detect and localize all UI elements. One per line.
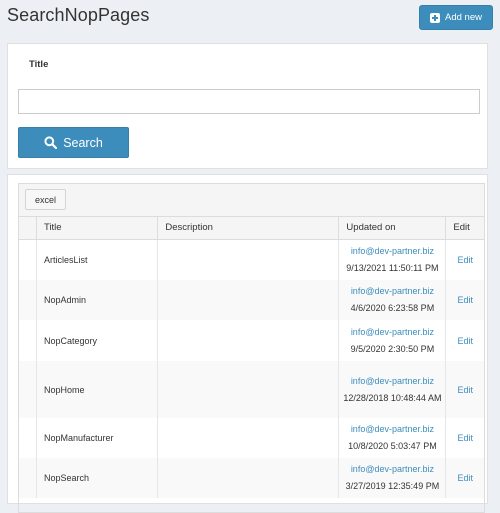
row-title: NopCategory bbox=[36, 320, 159, 361]
row-updated-date: 12/28/2018 10:48:44 AM bbox=[343, 392, 442, 403]
row-description bbox=[157, 361, 340, 418]
row-updated-by: info@dev-partner.biz bbox=[350, 424, 434, 434]
table-row: NopAdmin info@dev-partner.biz 4/6/2020 6:2… bbox=[19, 280, 484, 320]
row-spacer bbox=[19, 239, 37, 280]
column-header-description[interactable]: Description bbox=[157, 217, 340, 240]
row-description bbox=[157, 458, 340, 498]
title-input[interactable] bbox=[18, 89, 480, 114]
column-header-select bbox=[19, 217, 37, 240]
row-edit: Edit bbox=[445, 280, 484, 320]
pages-table: Title Description Updated on Edit Articl… bbox=[19, 217, 484, 498]
row-edit: Edit bbox=[446, 418, 484, 458]
row-description bbox=[157, 418, 340, 458]
row-updated-by: info@dev-partner.biz bbox=[350, 464, 434, 474]
page-title: SearchNopPages bbox=[7, 5, 150, 25]
row-updated-on: info@dev-partner.biz 3/27/2019 12:35:49 P… bbox=[338, 458, 447, 498]
column-header-edit: Edit bbox=[445, 217, 484, 240]
grid-toolbar: excel bbox=[19, 184, 484, 217]
row-updated-on: info@dev-partner.biz 4/6/2020 6:23:58 PM bbox=[338, 280, 447, 320]
pages-grid: excel Title Description Updated on Edit … bbox=[18, 183, 485, 513]
table-row: ArticlesList info@dev-partner.biz 9/13/202… bbox=[19, 239, 484, 280]
table-row: NopSearch info@dev-partner.biz 3/27/2019 1… bbox=[19, 458, 484, 498]
table-row: NopHome info@dev-partner.biz 12/28/2018 10… bbox=[19, 361, 484, 418]
row-title: NopHome bbox=[36, 361, 159, 418]
row-updated-on: info@dev-partner.biz 10/8/2020 5:03:47 PM bbox=[338, 418, 447, 458]
search-button-label: Search bbox=[63, 135, 103, 150]
row-updated-date: 10/8/2020 5:03:47 PM bbox=[348, 441, 437, 451]
search-panel: Title Search bbox=[7, 43, 488, 169]
row-updated-date: 9/5/2020 2:30:50 PM bbox=[350, 343, 435, 354]
row-edit: Edit bbox=[445, 458, 484, 498]
add-new-label: Add new bbox=[445, 12, 482, 23]
row-updated-date: 4/6/2020 6:23:58 PM bbox=[350, 303, 435, 313]
title-label: Title bbox=[29, 59, 49, 70]
row-edit: Edit bbox=[446, 239, 484, 280]
edit-link[interactable]: Edit bbox=[457, 385, 473, 395]
row-updated-on: info@dev-partner.biz 9/5/2020 2:30:50 PM bbox=[338, 320, 447, 361]
edit-link[interactable]: Edit bbox=[457, 295, 473, 305]
row-updated-date: 3/27/2019 12:35:49 PM bbox=[345, 481, 440, 491]
table-row: NopManufacturer info@dev-partner.biz 10/8/… bbox=[19, 418, 484, 458]
edit-link[interactable]: Edit bbox=[457, 473, 473, 483]
edit-link[interactable]: Edit bbox=[457, 336, 473, 346]
edit-link[interactable]: Edit bbox=[457, 255, 473, 265]
row-title: ArticlesList bbox=[36, 239, 159, 280]
row-spacer bbox=[19, 280, 37, 320]
row-description bbox=[157, 320, 340, 361]
edit-link[interactable]: Edit bbox=[457, 433, 473, 443]
table-row: NopCategory info@dev-partner.biz 9/5/2020 … bbox=[19, 320, 484, 361]
row-updated-by: info@dev-partner.biz bbox=[350, 286, 434, 296]
search-button[interactable]: Search bbox=[18, 127, 129, 158]
excel-export-button[interactable]: excel bbox=[25, 189, 67, 210]
row-title: NopManufacturer bbox=[36, 418, 159, 458]
add-new-button[interactable]: Add new bbox=[419, 5, 493, 30]
column-header-updated-on[interactable]: Updated on bbox=[338, 217, 447, 240]
row-spacer bbox=[19, 458, 37, 498]
row-spacer bbox=[19, 320, 37, 361]
row-title: NopAdmin bbox=[36, 280, 159, 320]
search-icon bbox=[44, 136, 58, 149]
row-updated-on: info@dev-partner.biz 9/13/2021 11:50:11 P… bbox=[338, 239, 447, 280]
row-spacer bbox=[19, 361, 37, 418]
row-edit: Edit bbox=[445, 361, 484, 418]
plus-square-icon bbox=[430, 12, 440, 23]
row-spacer bbox=[19, 418, 37, 458]
grid-panel: excel Title Description Updated on Edit … bbox=[7, 174, 488, 513]
row-updated-date: 9/13/2021 11:50:11 PM bbox=[346, 262, 439, 273]
row-description bbox=[157, 280, 340, 320]
column-header-title[interactable]: Title bbox=[36, 217, 159, 240]
row-description bbox=[157, 239, 340, 280]
row-updated-on: info@dev-partner.biz 12/28/2018 10:48:44 … bbox=[338, 361, 447, 418]
row-edit: Edit bbox=[446, 320, 484, 361]
row-title: NopSearch bbox=[36, 458, 159, 498]
table-header-row: Title Description Updated on Edit bbox=[19, 217, 484, 240]
row-updated-by: info@dev-partner.biz bbox=[350, 375, 434, 386]
row-updated-by: info@dev-partner.biz bbox=[350, 326, 434, 337]
row-updated-by: info@dev-partner.biz bbox=[350, 245, 434, 256]
